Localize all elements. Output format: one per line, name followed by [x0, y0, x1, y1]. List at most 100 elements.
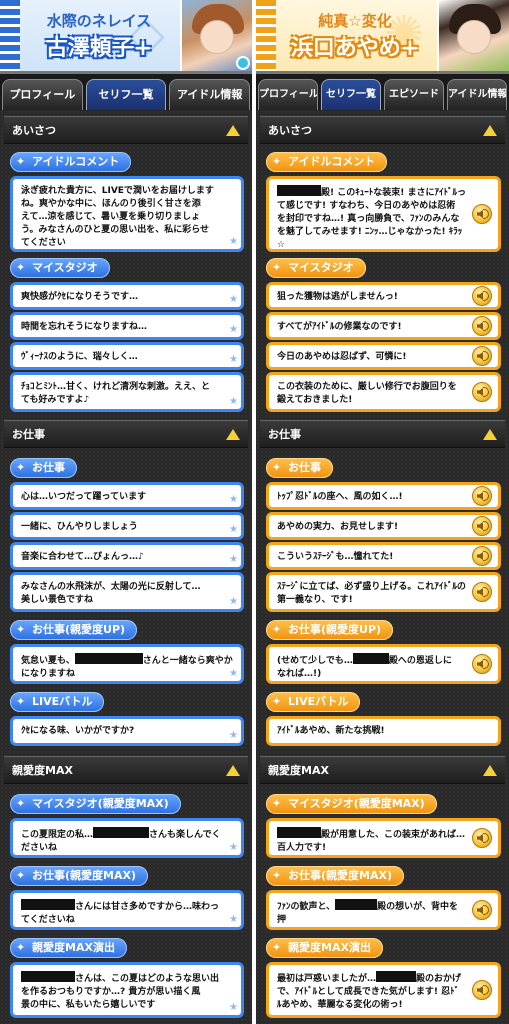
label-work-max: ✦ お仕事(親愛度MAX) — [266, 866, 404, 886]
sound-wave-icon — [483, 387, 489, 397]
line-idol-comment: 泳ぎ疲れた貴方に、LIVEで潤いをお届けします ね。爽やかな中に、ほんのり後引く… — [10, 176, 244, 252]
idol-portrait[interactable] — [180, 0, 252, 71]
label-work: ✦ お仕事 — [10, 458, 77, 478]
line-idol-comment: 殿! このｷｭｰﾄな装束! まさにｱｲﾄﾞﾙっ て感じです! すなわち、今日のあ… — [266, 176, 501, 252]
redacted-name — [21, 899, 75, 910]
lines-list[interactable]: あいさつ ✦ アイドルコメント 泳ぎ疲れた貴方に、LIVEで潤いをお届けします ね… — [0, 110, 252, 1024]
line-work-up: (せめて少しでも… 殿への恩返しに なれば…!) — [266, 644, 501, 684]
line-max-show: さんは、この夏はどのような思い出 を作るおつもりですか…? 貴方が思い描く風 景… — [10, 962, 244, 1018]
card-subtitle: 純真☆変化 — [318, 12, 392, 30]
sound-wave-icon — [483, 291, 489, 301]
star-icon: ✦ — [272, 155, 282, 168]
play-voice-button[interactable] — [472, 346, 492, 366]
lines-list[interactable]: あいさつ ✦ アイドルコメント 殿! このｷｭｰﾄな装束! まさにｱｲﾄﾞﾙっ て… — [256, 110, 509, 1024]
star-icon: ✦ — [272, 623, 282, 636]
tab-profile[interactable]: プロフィール — [2, 79, 83, 110]
section-title: あいさつ — [268, 124, 312, 137]
star-corner-icon: ★ — [229, 730, 238, 741]
left-card-panel: ◇ 水際のネレイス 古澤頼子+ プロフィール セリフ一覧 アイドル情報 あいさつ… — [0, 0, 252, 1024]
label-max-show: ✦ 親愛度MAX演出 — [266, 938, 383, 958]
collapse-triangle-icon[interactable] — [483, 125, 497, 136]
label-studio-max: ✦ マイスタジオ(親愛度MAX) — [266, 794, 437, 814]
line-work-3: 音楽に合わせて…ぴょんっ…♪ ★ — [10, 542, 244, 570]
redacted-name — [74, 653, 143, 664]
tab-idol-info[interactable]: アイドル情報 — [169, 79, 251, 110]
star-icon: ✦ — [272, 261, 282, 274]
idol-portrait[interactable] — [437, 0, 509, 71]
line-work-2: あやめの実力、お見せします! — [266, 512, 501, 540]
tab-idol-info[interactable]: アイドル情報 — [447, 79, 507, 110]
play-voice-button[interactable] — [472, 582, 492, 602]
play-voice-button[interactable] — [472, 828, 492, 848]
star-icon: ✦ — [272, 941, 282, 954]
star-corner-icon: ★ — [229, 596, 238, 607]
sound-wave-icon — [483, 351, 489, 361]
play-voice-button[interactable] — [472, 900, 492, 920]
play-voice-button[interactable] — [472, 980, 492, 1000]
line-work-4: みなさんの水飛沫が、太陽の光に反射して… 美しい景色ですね ★ — [10, 572, 244, 612]
label-idol-comment: ✦ アイドルコメント — [266, 152, 388, 172]
redacted-name — [277, 185, 321, 196]
label-live-battle: ✦ LIVEバトル — [266, 692, 361, 712]
collapse-triangle-icon[interactable] — [226, 429, 240, 440]
right-banner: ✺ 純真☆変化 浜口あやめ+ — [256, 0, 509, 74]
tab-profile[interactable]: プロフィール — [258, 79, 318, 110]
section-greeting[interactable]: あいさつ — [260, 116, 505, 144]
star-icon: ✦ — [16, 461, 26, 474]
face-shape — [457, 20, 491, 54]
line-studio-3: 今日のあやめは忍ばず、可憐に! — [266, 342, 501, 370]
face-shape — [200, 20, 234, 54]
section-title: 親愛度MAX — [268, 764, 329, 777]
star-icon: ✦ — [16, 155, 26, 168]
line-work-max: ﾌｧﾝの歓声と、殿の想いが、背中を押 してくれます! — [266, 890, 501, 930]
star-corner-icon: ★ — [229, 294, 238, 305]
line-live-1: ｱｲﾄﾞﾙあやめ、新たな挑戦! — [266, 716, 501, 746]
sound-wave-icon — [483, 659, 489, 669]
card-title: 古澤頼子+ — [45, 36, 153, 61]
section-title: お仕事 — [268, 428, 301, 441]
label-idol-comment: ✦ アイドルコメント — [10, 152, 132, 172]
line-studio-3: ｳﾞｨｰﾅｽのように、瑞々しく… ★ — [10, 342, 244, 370]
label-work-up: ✦ お仕事(親愛度UP) — [10, 620, 138, 640]
banner-stripes — [256, 0, 276, 71]
collapse-triangle-icon[interactable] — [483, 429, 497, 440]
sound-wave-icon — [483, 521, 489, 531]
star-corner-icon: ★ — [229, 554, 238, 565]
sound-wave-icon — [483, 905, 489, 915]
section-max[interactable]: 親愛度MAX — [260, 756, 505, 784]
line-work-2: 一緒に、ひんやりしましょう ★ — [10, 512, 244, 540]
line-studio-max: この夏限定の私… さんも楽しんでく ださいね ★ — [10, 818, 244, 858]
line-studio-1: 爽快感がｸｾになりそうです… ★ — [10, 282, 244, 310]
label-max-show: ✦ 親愛度MAX演出 — [10, 938, 127, 958]
play-voice-button[interactable] — [472, 204, 492, 224]
redacted-name — [277, 827, 321, 838]
play-voice-button[interactable] — [472, 546, 492, 566]
star-corner-icon: ★ — [229, 494, 238, 505]
sound-wave-icon — [483, 491, 489, 501]
play-voice-button[interactable] — [472, 486, 492, 506]
card-title: 浜口あやめ+ — [290, 36, 420, 61]
play-voice-button[interactable] — [472, 316, 492, 336]
tab-episode[interactable]: エピソード — [384, 79, 444, 110]
redacted-name — [335, 899, 378, 910]
section-work[interactable]: お仕事 — [4, 420, 248, 448]
star-corner-icon: ★ — [229, 236, 238, 247]
section-greeting[interactable]: あいさつ — [4, 116, 248, 144]
collapse-triangle-icon[interactable] — [226, 125, 240, 136]
play-voice-button[interactable] — [472, 286, 492, 306]
tab-lines[interactable]: セリフ一覧 — [321, 79, 381, 110]
section-max[interactable]: 親愛度MAX — [4, 756, 248, 784]
collapse-triangle-icon[interactable] — [226, 765, 240, 776]
tab-lines[interactable]: セリフ一覧 — [85, 79, 167, 110]
play-voice-button[interactable] — [472, 654, 492, 674]
line-studio-4: この衣装のために、厳しい修行でお腹回りを 鍛えておきました! — [266, 372, 501, 412]
label-work-max: ✦ お仕事(親愛度MAX) — [10, 866, 148, 886]
collapse-triangle-icon[interactable] — [483, 765, 497, 776]
sound-wave-icon — [483, 551, 489, 561]
play-voice-button[interactable] — [472, 516, 492, 536]
star-icon: ✦ — [16, 695, 26, 708]
sound-wave-icon — [483, 209, 489, 219]
star-icon: ✦ — [272, 461, 282, 474]
section-work[interactable]: お仕事 — [260, 420, 505, 448]
play-voice-button[interactable] — [472, 382, 492, 402]
